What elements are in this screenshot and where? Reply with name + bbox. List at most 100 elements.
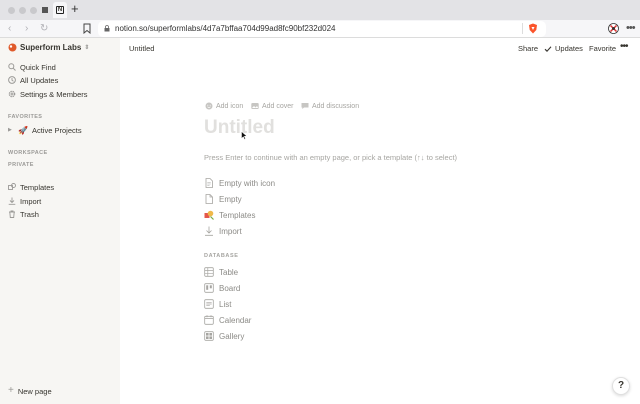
sidebar-item-label: All Updates: [20, 75, 59, 85]
option-calendar[interactable]: Calendar: [204, 314, 251, 326]
window-zoom-button[interactable]: [30, 7, 37, 14]
option-import[interactable]: Import: [204, 225, 242, 237]
sidebar-item-templates[interactable]: Templates: [8, 181, 54, 193]
forward-button[interactable]: ›: [25, 22, 28, 36]
option-label: Gallery: [219, 331, 245, 341]
clock-icon: [8, 76, 16, 84]
sidebar-item-settings[interactable]: Settings & Members: [8, 88, 88, 100]
window-minimize-button[interactable]: [19, 7, 26, 14]
updates-label: Updates: [555, 44, 583, 53]
url-text[interactable]: notion.so/superformlabs/4d7a7bffaa704d99…: [115, 23, 335, 34]
calendar-icon: [204, 315, 214, 325]
option-label: Table: [219, 267, 239, 277]
active-tab[interactable]: N: [53, 2, 67, 18]
mouse-cursor-icon: [241, 131, 247, 140]
gear-icon: [8, 90, 16, 98]
option-empty[interactable]: Empty: [204, 193, 242, 205]
search-icon: [8, 63, 16, 71]
option-empty-with-icon[interactable]: Empty with icon: [204, 177, 275, 189]
checkmark-icon: [544, 45, 552, 52]
rocket-icon: 🚀: [18, 125, 28, 135]
list-icon: [204, 299, 214, 309]
board-icon: [204, 283, 214, 293]
lock-icon: [104, 25, 110, 32]
share-button[interactable]: Share: [518, 44, 538, 53]
sidebar-item-label: Active Projects: [31, 125, 82, 135]
sidebar-item-trash[interactable]: Trash: [8, 208, 39, 220]
workspace-logo-icon: [8, 43, 17, 52]
back-button[interactable]: ‹: [8, 22, 11, 36]
import-icon: [205, 226, 213, 236]
updates-button[interactable]: Updates: [544, 44, 583, 53]
new-page-button[interactable]: + New page: [8, 386, 52, 396]
import-icon: [8, 197, 16, 205]
new-page-label: New page: [17, 386, 52, 396]
templates-icon: [204, 210, 214, 220]
plus-icon: +: [8, 385, 14, 396]
option-templates[interactable]: Templates: [204, 209, 255, 221]
sidebar-item-label: Import: [20, 196, 42, 206]
workspace-switcher[interactable]: Superform Labs ⇕: [8, 43, 89, 52]
sidebar-item-all-updates[interactable]: All Updates: [8, 74, 58, 86]
add-cover-button[interactable]: Add cover: [251, 102, 294, 110]
notion-logo-icon: N: [56, 6, 64, 14]
help-button[interactable]: ?: [612, 377, 630, 395]
private-heading: PRIVATE: [8, 162, 34, 168]
add-icon-button[interactable]: Add icon: [205, 102, 243, 110]
table-icon: [204, 267, 214, 277]
option-label: Empty with icon: [219, 178, 276, 188]
database-heading: DATABASE: [204, 253, 239, 259]
favorite-button[interactable]: Favorite: [589, 44, 616, 53]
page-icon: [205, 178, 213, 188]
sidebar-item-label: Trash: [20, 209, 39, 219]
option-table[interactable]: Table: [204, 266, 238, 278]
option-label: Templates: [219, 210, 256, 220]
gallery-icon: [204, 331, 214, 341]
browser-tab-bar: N +: [0, 0, 640, 20]
image-icon: [251, 103, 259, 109]
smiley-icon: [205, 102, 213, 110]
new-tab-button[interactable]: +: [71, 2, 79, 16]
option-board[interactable]: Board: [204, 282, 240, 294]
expand-triangle-icon[interactable]: ▶: [8, 127, 16, 133]
option-label: Import: [219, 226, 242, 236]
sidebar-item-quick-find[interactable]: Quick Find: [8, 61, 56, 73]
url-divider: [522, 23, 523, 34]
page-icon: [205, 194, 213, 204]
add-icon-label: Add icon: [216, 102, 244, 110]
option-list[interactable]: List: [204, 298, 231, 310]
option-gallery[interactable]: Gallery: [204, 330, 244, 342]
sidebar: Superform Labs ⇕ Quick Find All Updates …: [0, 38, 120, 404]
add-cover-label: Add cover: [262, 102, 294, 110]
templates-icon: [8, 183, 16, 190]
tab-favicon-icon[interactable]: [42, 7, 48, 13]
comment-icon: [301, 103, 309, 109]
breadcrumb-page-title[interactable]: Untitled: [129, 44, 154, 53]
favorites-heading: FAVORITES: [8, 114, 43, 120]
workspace-caret-icon: ⇕: [84, 45, 90, 51]
browser-menu-button[interactable]: •••: [626, 21, 636, 35]
workspace-name: Superform Labs: [20, 43, 82, 52]
add-discussion-button[interactable]: Add discussion: [301, 102, 359, 110]
add-discussion-label: Add discussion: [312, 102, 360, 110]
sidebar-item-label: Settings & Members: [20, 89, 88, 99]
bookmark-icon[interactable]: [83, 23, 91, 34]
workspace-heading: WORKSPACE: [8, 150, 48, 156]
more-options-button[interactable]: •••: [620, 41, 628, 52]
sidebar-item-active-projects[interactable]: ▶ 🚀 Active Projects: [6, 124, 82, 136]
trash-icon: [9, 210, 15, 218]
address-bar-row: ‹ › ↻ notion.so/superformlabs/4d7a7bffaa…: [0, 20, 640, 38]
option-label: Board: [219, 283, 241, 293]
reload-button[interactable]: ↻: [40, 22, 48, 36]
option-label: List: [219, 299, 232, 309]
extension-icon[interactable]: [608, 23, 619, 34]
sidebar-item-label: Templates: [20, 182, 55, 192]
window-close-button[interactable]: [8, 7, 15, 14]
option-label: Calendar: [219, 315, 252, 325]
sidebar-item-import[interactable]: Import: [8, 195, 41, 207]
template-hint: Press Enter to continue with an empty pa…: [204, 153, 458, 162]
brave-shield-icon[interactable]: [528, 23, 538, 34]
option-label: Empty: [219, 194, 242, 204]
page-title-input[interactable]: Untitled: [204, 117, 275, 139]
sidebar-item-label: Quick Find: [20, 62, 56, 72]
